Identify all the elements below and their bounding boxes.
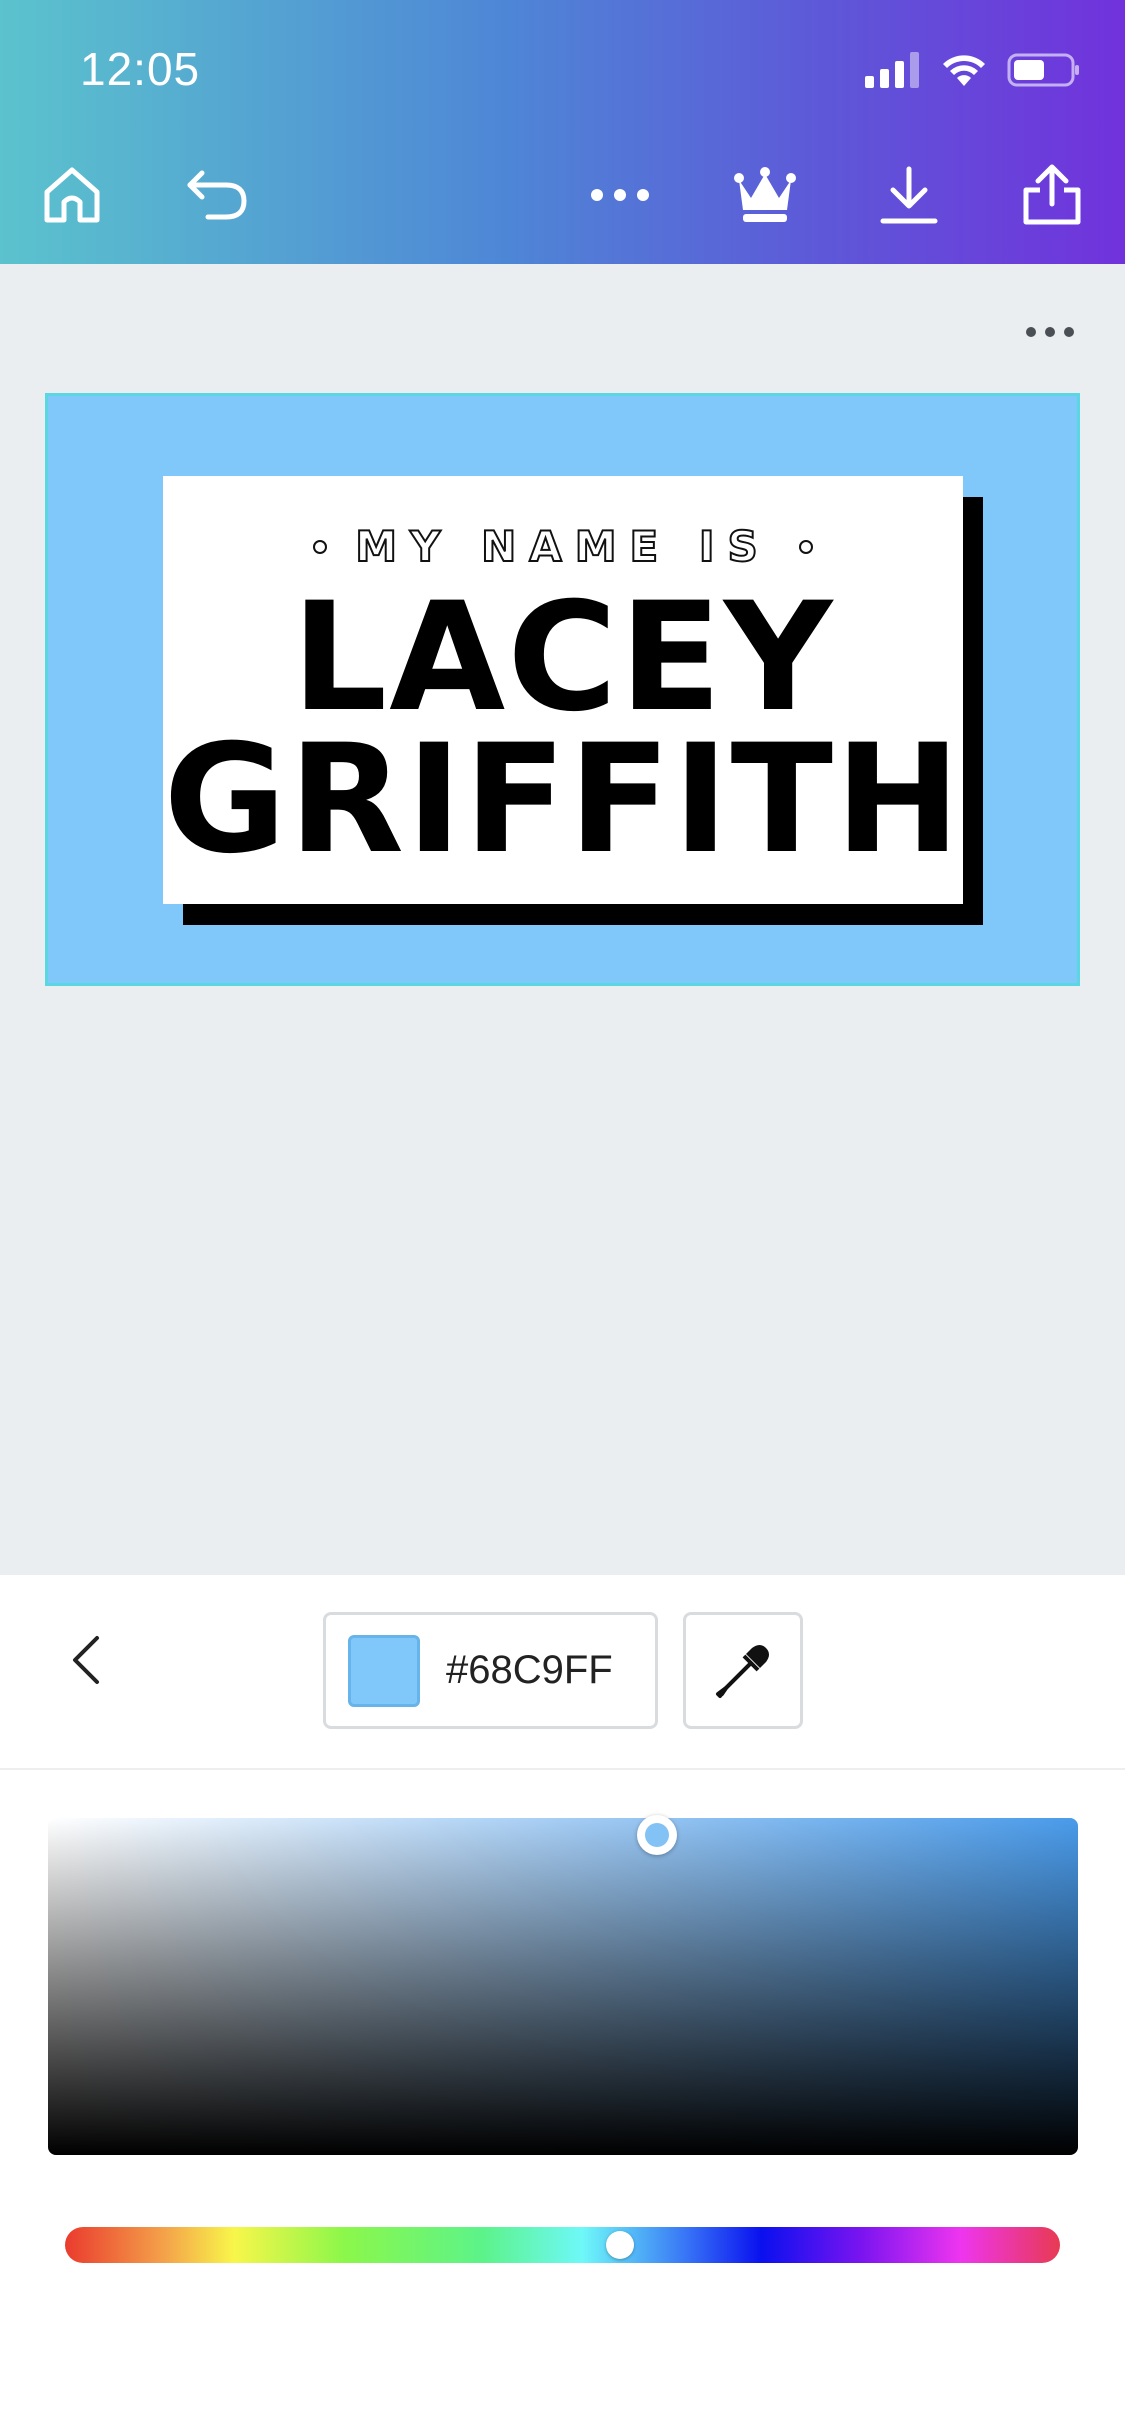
top-toolbar: 12:05	[0, 0, 1125, 264]
panel-divider	[0, 1768, 1125, 1770]
back-button[interactable]	[56, 1630, 116, 1690]
status-time: 12:05	[80, 43, 201, 95]
hex-value[interactable]: #68C9FF	[446, 1648, 613, 1693]
premium-button[interactable]	[730, 160, 800, 230]
eyedropper-button[interactable]	[683, 1612, 803, 1729]
share-icon	[1023, 164, 1081, 225]
download-button[interactable]	[874, 160, 944, 230]
last-name-text[interactable]: GRIFFITH	[163, 725, 962, 875]
hue-slider[interactable]	[65, 2227, 1060, 2263]
more-options-button[interactable]	[585, 160, 655, 230]
canvas-more-button[interactable]	[1015, 312, 1085, 352]
hue-slider-handle[interactable]	[606, 2231, 634, 2259]
hex-input[interactable]: #68C9FF	[323, 1612, 658, 1729]
saturation-value-picker[interactable]	[48, 1818, 1078, 2155]
name-card[interactable]: MY NAME IS LACEY GRIFFITH	[163, 476, 963, 904]
undo-icon	[187, 170, 247, 220]
battery-icon	[1007, 53, 1079, 87]
dot-right	[798, 539, 813, 554]
home-icon	[44, 167, 100, 223]
color-swatch	[348, 1634, 420, 1707]
more-icon	[1026, 327, 1074, 337]
subtitle-text[interactable]: MY NAME IS	[354, 521, 770, 572]
share-button[interactable]	[1017, 160, 1087, 230]
more-icon	[591, 189, 649, 201]
first-name-text[interactable]: LACEY	[292, 583, 835, 733]
saturation-picker-handle[interactable]	[637, 1815, 677, 1855]
status-icons	[865, 48, 1081, 92]
chevron-left-icon	[73, 1636, 99, 1684]
undo-button[interactable]	[183, 160, 253, 230]
eyedropper-icon	[716, 1644, 769, 1698]
subtitle-row: MY NAME IS	[313, 521, 813, 572]
dot-left	[313, 539, 328, 554]
home-button[interactable]	[37, 160, 107, 230]
wifi-icon	[943, 55, 985, 86]
crown-icon	[734, 167, 796, 222]
download-icon	[880, 166, 938, 224]
signal-icon	[865, 52, 919, 88]
